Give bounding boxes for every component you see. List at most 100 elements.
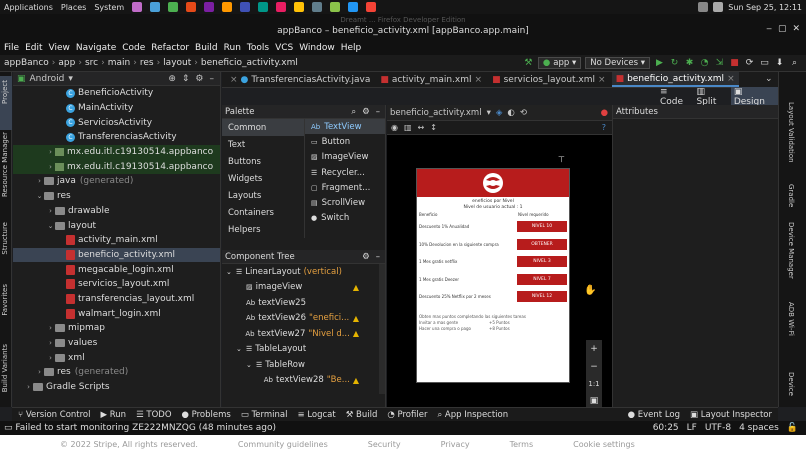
chevron-right-icon[interactable]: › bbox=[35, 177, 44, 185]
search-icon[interactable]: ⌕ bbox=[789, 58, 800, 69]
project-tree-item[interactable]: › mx.edu.itl.c19130514.appbanco bbox=[13, 144, 220, 160]
maximize-icon[interactable]: ▢ bbox=[778, 24, 787, 34]
menu-vcs[interactable]: VCS bbox=[275, 43, 293, 53]
project-tree-item[interactable]: › drawable bbox=[13, 204, 220, 219]
split-mode-button[interactable]: ▥ Split bbox=[696, 87, 726, 107]
project-tree-item[interactable]: servicios_layout.xml bbox=[13, 277, 220, 292]
app-launcher-icon[interactable] bbox=[366, 2, 377, 12]
indent-setting[interactable]: 4 spaces bbox=[739, 423, 779, 433]
app-launcher-icon[interactable] bbox=[186, 2, 197, 12]
code-mode-button[interactable]: ≡ Code bbox=[660, 87, 692, 107]
file-encoding[interactable]: UTF-8 bbox=[705, 423, 731, 433]
run-button[interactable]: ▶ Run bbox=[101, 410, 127, 420]
project-tree-item[interactable]: activity_main.xml bbox=[13, 233, 220, 248]
palette-category[interactable]: Layouts bbox=[222, 187, 304, 204]
menu-view[interactable]: View bbox=[49, 43, 70, 53]
breadcrumb-item[interactable]: app bbox=[58, 58, 75, 68]
volume-icon[interactable] bbox=[713, 2, 724, 12]
menu-file[interactable]: File bbox=[4, 43, 19, 53]
chevron-right-icon[interactable]: › bbox=[24, 383, 33, 391]
zoom-in-icon[interactable]: + bbox=[590, 344, 598, 354]
palette-category[interactable]: Containers bbox=[222, 204, 304, 221]
component-tree-row[interactable]: Ab textView25 bbox=[222, 295, 385, 311]
menu-code[interactable]: Code bbox=[122, 43, 145, 53]
avd-manager-icon[interactable]: ▭ bbox=[759, 58, 770, 69]
scrollbar[interactable] bbox=[379, 264, 385, 394]
breadcrumb-item[interactable]: main bbox=[108, 58, 131, 68]
app-launcher-icon[interactable] bbox=[222, 2, 233, 12]
benefit-level-button[interactable]: OBTENER bbox=[517, 238, 567, 250]
system-menu[interactable]: System bbox=[94, 3, 124, 12]
tool-window-device[interactable]: Device bbox=[787, 372, 795, 396]
editor-tab[interactable]: ■ activity_main.xml × bbox=[376, 72, 486, 87]
error-icon[interactable]: ● bbox=[601, 108, 608, 118]
app-launcher-icon[interactable] bbox=[132, 2, 143, 12]
menu-tools[interactable]: Tools bbox=[247, 43, 269, 53]
design-canvas[interactable]: ⊤ eneficios por Nivel Nivel de usuario a… bbox=[387, 135, 612, 410]
project-tree-item[interactable]: › res (generated) bbox=[13, 365, 220, 380]
chevron-down-icon[interactable]: ⌄ bbox=[236, 345, 243, 353]
logcat-button[interactable]: ≡ Logcat bbox=[297, 410, 335, 420]
app-launcher-icon[interactable] bbox=[168, 2, 179, 12]
pan-hand-icon[interactable]: ✋ bbox=[584, 285, 596, 296]
chevron-right-icon[interactable]: › bbox=[46, 339, 55, 347]
app-launcher-icon[interactable] bbox=[348, 2, 359, 12]
night-mode-icon[interactable]: ◐ bbox=[507, 108, 514, 118]
component-tree-row[interactable]: ⌄ ☰ TableRow bbox=[222, 357, 385, 373]
breadcrumb-item[interactable]: layout bbox=[163, 58, 191, 68]
app-launcher-icon[interactable] bbox=[204, 2, 215, 12]
menu-build[interactable]: Build bbox=[195, 43, 218, 53]
resize-horizontal-icon[interactable]: ↔ bbox=[418, 123, 425, 132]
component-tree-row[interactable]: Ab textView28 "Be... ▲ bbox=[222, 373, 385, 389]
palette-item[interactable]: ☰ Recycler... bbox=[305, 165, 385, 180]
palette-category[interactable]: Buttons bbox=[222, 153, 304, 170]
clock[interactable]: Sun Sep 25, 12:11 bbox=[728, 3, 802, 12]
file-select[interactable]: beneficio_activity.xml bbox=[390, 108, 482, 118]
app-launcher-icon[interactable] bbox=[330, 2, 341, 12]
palette-item[interactable]: ▨ ImageView bbox=[305, 150, 385, 165]
tool-window-layout-validation[interactable]: Layout Validation bbox=[787, 102, 795, 163]
project-tree-item[interactable]: C TransferenciasActivity bbox=[13, 130, 220, 145]
project-tree-item[interactable]: ⌄ layout bbox=[13, 218, 220, 233]
chevron-down-icon[interactable]: ▾ bbox=[68, 74, 73, 84]
chevron-down-icon[interactable]: ⌄ bbox=[246, 361, 253, 369]
palette-category[interactable]: Helpers bbox=[222, 221, 304, 238]
warning-icon[interactable]: ▲ bbox=[353, 376, 359, 385]
project-tree-item[interactable]: beneficio_activity.xml bbox=[13, 247, 220, 263]
close-icon[interactable]: × bbox=[598, 75, 606, 85]
editor-tab[interactable]: ■ servicios_layout.xml × bbox=[488, 72, 610, 87]
palette-category[interactable]: Common bbox=[222, 119, 304, 136]
close-icon[interactable]: × bbox=[475, 75, 483, 85]
warning-icon[interactable]: ▲ bbox=[353, 314, 359, 323]
status-message[interactable]: Failed to start monitoring ZE222MNZQG (4… bbox=[15, 423, 276, 433]
component-tree-row[interactable]: Ab textView27 "Nivel d... ▲ bbox=[222, 326, 385, 342]
project-tree-item[interactable]: › java (generated) bbox=[13, 174, 220, 189]
gear-icon[interactable]: ⚙ bbox=[362, 252, 370, 262]
device-select[interactable]: No Devices ▾ bbox=[585, 57, 650, 69]
project-tree-item[interactable]: megacable_login.xml bbox=[13, 262, 220, 277]
palette-item[interactable]: ▭ Button bbox=[305, 134, 385, 149]
menu-refactor[interactable]: Refactor bbox=[151, 43, 189, 53]
app-launcher-icon[interactable] bbox=[294, 2, 305, 12]
hide-icon[interactable]: – bbox=[376, 252, 380, 262]
project-tree-item[interactable]: › values bbox=[13, 336, 220, 351]
profiler-button[interactable]: ◔ Profiler bbox=[387, 410, 427, 420]
breadcrumb-item[interactable]: appBanco bbox=[4, 58, 49, 68]
hide-icon[interactable]: – bbox=[376, 107, 380, 117]
collapse-all-icon[interactable]: ⇕ bbox=[182, 74, 190, 84]
layers-icon[interactable]: ◈ bbox=[496, 108, 503, 118]
hide-icon[interactable]: – bbox=[210, 74, 215, 84]
profile-icon[interactable]: ◔ bbox=[699, 58, 710, 69]
debug-icon[interactable]: ✱ bbox=[684, 58, 695, 69]
orientation-icon[interactable]: ⟲ bbox=[520, 108, 527, 118]
gear-icon[interactable]: ⚙ bbox=[362, 107, 370, 117]
palette-item[interactable]: Ab TextView bbox=[305, 119, 385, 135]
eye-icon[interactable]: ◉ bbox=[391, 123, 398, 132]
component-tree-row[interactable]: ▨ imageView ▲ bbox=[222, 280, 385, 296]
palette-category[interactable]: Widgets bbox=[222, 170, 304, 187]
component-tree-row[interactable]: ⌄ ☰ LinearLayout (vertical) bbox=[222, 264, 385, 280]
project-tree-item[interactable]: › xml bbox=[13, 350, 220, 365]
palette-item[interactable]: ● Switch bbox=[305, 211, 385, 226]
stop-icon[interactable]: ■ bbox=[729, 58, 740, 69]
hammer-icon[interactable]: ⚒ bbox=[523, 58, 534, 69]
